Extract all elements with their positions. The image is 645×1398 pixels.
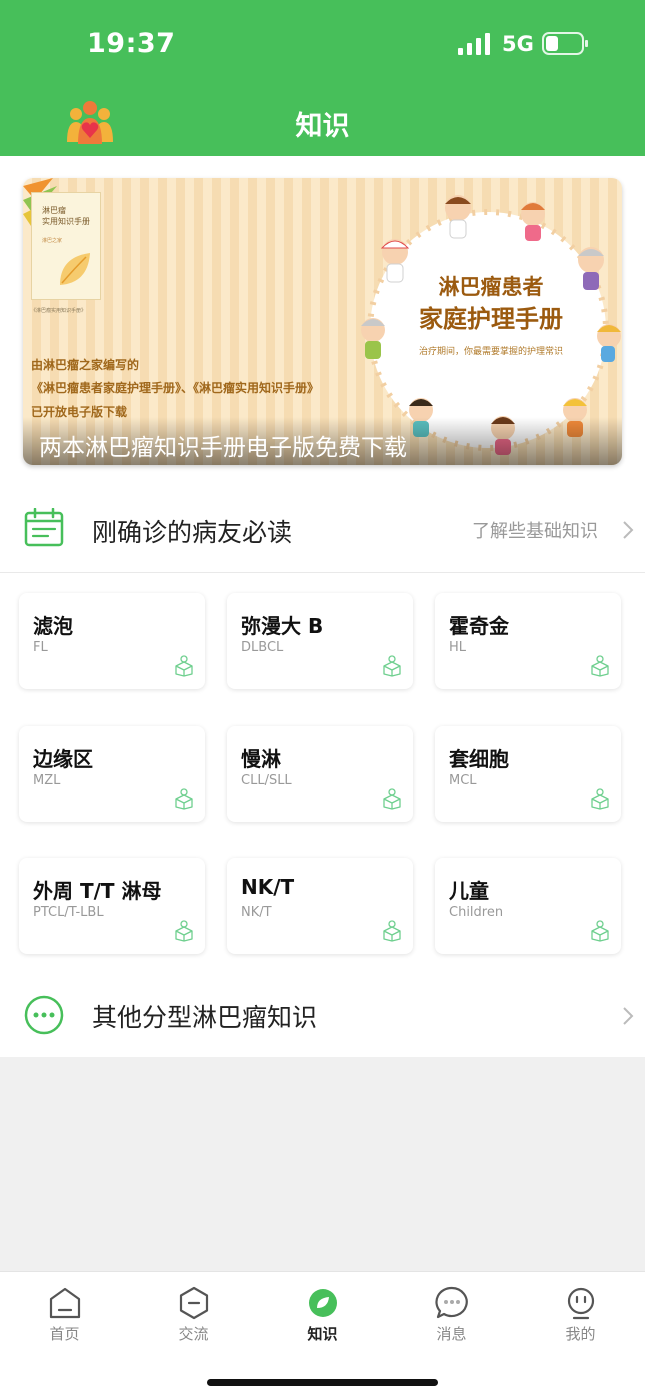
subtype-card-nkt[interactable]: NK/T NK/T xyxy=(227,858,413,954)
subtype-card-ptcl[interactable]: 外周 T/T 淋母 PTCL/T-LBL xyxy=(19,858,205,954)
app-header: 19:37 5G 知识 xyxy=(0,0,645,156)
chevron-right-icon xyxy=(623,1007,634,1025)
banner-caption: 两本淋巴瘤知识手册电子版免费下载 xyxy=(39,435,407,461)
subtype-card-mcl[interactable]: 套细胞 MCL xyxy=(435,726,621,822)
box-person-icon xyxy=(175,788,193,810)
home-icon xyxy=(49,1287,81,1319)
other-subtypes-row[interactable]: 其他分型淋巴瘤知识 xyxy=(0,984,645,1056)
card-name: 霍奇金 xyxy=(449,614,509,638)
box-person-icon xyxy=(175,655,193,677)
tab-label: 消息 xyxy=(436,1325,467,1343)
card-name: 弥漫大 B xyxy=(241,614,324,638)
box-person-icon xyxy=(591,788,609,810)
booklet-title: 淋巴瘤 实用知识手册 xyxy=(42,206,90,226)
subtype-card-children[interactable]: 儿童 Children xyxy=(435,858,621,954)
knowledge-leaf-icon xyxy=(309,1289,337,1317)
handbook-download-banner[interactable]: 淋巴瘤 实用知识手册 淋巴之家 《淋巴瘤实用知识手册》 由淋巴瘤之家编写的 《淋… xyxy=(23,178,622,465)
newly-diagnosed-title: 刚确诊的病友必读 xyxy=(92,518,293,547)
tab-exchange[interactable]: 交流 xyxy=(129,1272,258,1362)
profile-face-icon xyxy=(567,1287,595,1320)
tab-label: 交流 xyxy=(178,1325,209,1343)
booklet-sub: 淋巴之家 xyxy=(42,238,63,244)
newly-diagnosed-row[interactable]: 刚确诊的病友必读 了解些基础知识 xyxy=(0,484,645,573)
box-person-icon xyxy=(383,788,401,810)
card-name: 慢淋 xyxy=(241,747,281,771)
promo-line-2: 《淋巴瘤患者家庭护理手册》、《淋巴瘤实用知识手册》 xyxy=(31,381,320,395)
tab-knowledge[interactable]: 知识 xyxy=(258,1272,387,1362)
tab-messages[interactable]: 消息 xyxy=(387,1272,516,1362)
bottom-tab-bar: 首页 交流 知识 消息 我的 xyxy=(0,1271,645,1398)
ring-title-line-2: 家庭护理手册 xyxy=(419,305,563,333)
promo-line-1: 由淋巴瘤之家编写的 xyxy=(31,358,140,372)
tab-label: 首页 xyxy=(49,1325,80,1343)
signal-icon xyxy=(458,33,490,55)
card-code: PTCL/T-LBL xyxy=(33,905,104,920)
tab-me[interactable]: 我的 xyxy=(516,1272,645,1362)
card-code: FL xyxy=(33,640,48,655)
home-indicator xyxy=(207,1379,438,1386)
message-bubble-icon xyxy=(435,1286,468,1319)
knowledge-content: 淋巴瘤 实用知识手册 淋巴之家 《淋巴瘤实用知识手册》 由淋巴瘤之家编写的 《淋… xyxy=(0,156,645,1057)
tab-home[interactable]: 首页 xyxy=(0,1272,129,1362)
card-code: CLL/SLL xyxy=(241,773,292,788)
box-person-icon xyxy=(591,920,609,942)
card-name: 套细胞 xyxy=(449,747,509,771)
network-type: 5G xyxy=(502,32,534,56)
card-code: MCL xyxy=(449,773,477,788)
chat-hex-icon xyxy=(179,1286,209,1320)
leaf-illustration xyxy=(60,253,90,285)
card-code: MZL xyxy=(33,773,61,788)
card-name: 儿童 xyxy=(449,879,489,903)
page-title: 知识 xyxy=(295,111,350,142)
card-code: HL xyxy=(449,640,467,655)
box-person-icon xyxy=(383,920,401,942)
tab-label: 我的 xyxy=(565,1325,596,1343)
card-name: NK/T xyxy=(241,875,295,899)
card-code: DLBCL xyxy=(241,640,284,655)
box-person-icon xyxy=(591,655,609,677)
subtype-card-dlbcl[interactable]: 弥漫大 B DLBCL xyxy=(227,593,413,689)
other-subtypes-title: 其他分型淋巴瘤知识 xyxy=(92,1003,318,1032)
status-time: 19:37 xyxy=(87,28,176,59)
card-name: 边缘区 xyxy=(33,747,93,771)
subtype-card-hl[interactable]: 霍奇金 HL xyxy=(435,593,621,689)
card-name: 外周 T/T 淋母 xyxy=(33,879,162,903)
card-name: 滤泡 xyxy=(33,614,73,638)
calendar-icon xyxy=(24,508,64,547)
ring-title-line-1: 淋巴瘤患者 xyxy=(438,275,544,299)
booklet-blurb: 《淋巴瘤实用知识手册》 xyxy=(31,308,87,314)
more-dots-icon xyxy=(24,995,64,1035)
subtype-card-mzl[interactable]: 边缘区 MZL xyxy=(19,726,205,822)
card-code: Children xyxy=(449,905,504,920)
practical-handbook-cover: 淋巴瘤 实用知识手册 淋巴之家 xyxy=(31,192,101,300)
subtype-card-cll-sll[interactable]: 慢淋 CLL/SLL xyxy=(227,726,413,822)
box-person-icon xyxy=(175,920,193,942)
learn-basics-link[interactable]: 了解些基础知识 xyxy=(472,517,598,543)
battery-icon xyxy=(542,32,588,55)
box-person-icon xyxy=(383,655,401,677)
tab-label: 知识 xyxy=(307,1325,338,1343)
subtype-card-fl[interactable]: 滤泡 FL xyxy=(19,593,205,689)
chevron-right-icon xyxy=(623,521,634,539)
ring-subtitle: 治疗期间，你最需要掌握的护理常识 xyxy=(418,347,563,357)
card-code: NK/T xyxy=(241,905,272,920)
